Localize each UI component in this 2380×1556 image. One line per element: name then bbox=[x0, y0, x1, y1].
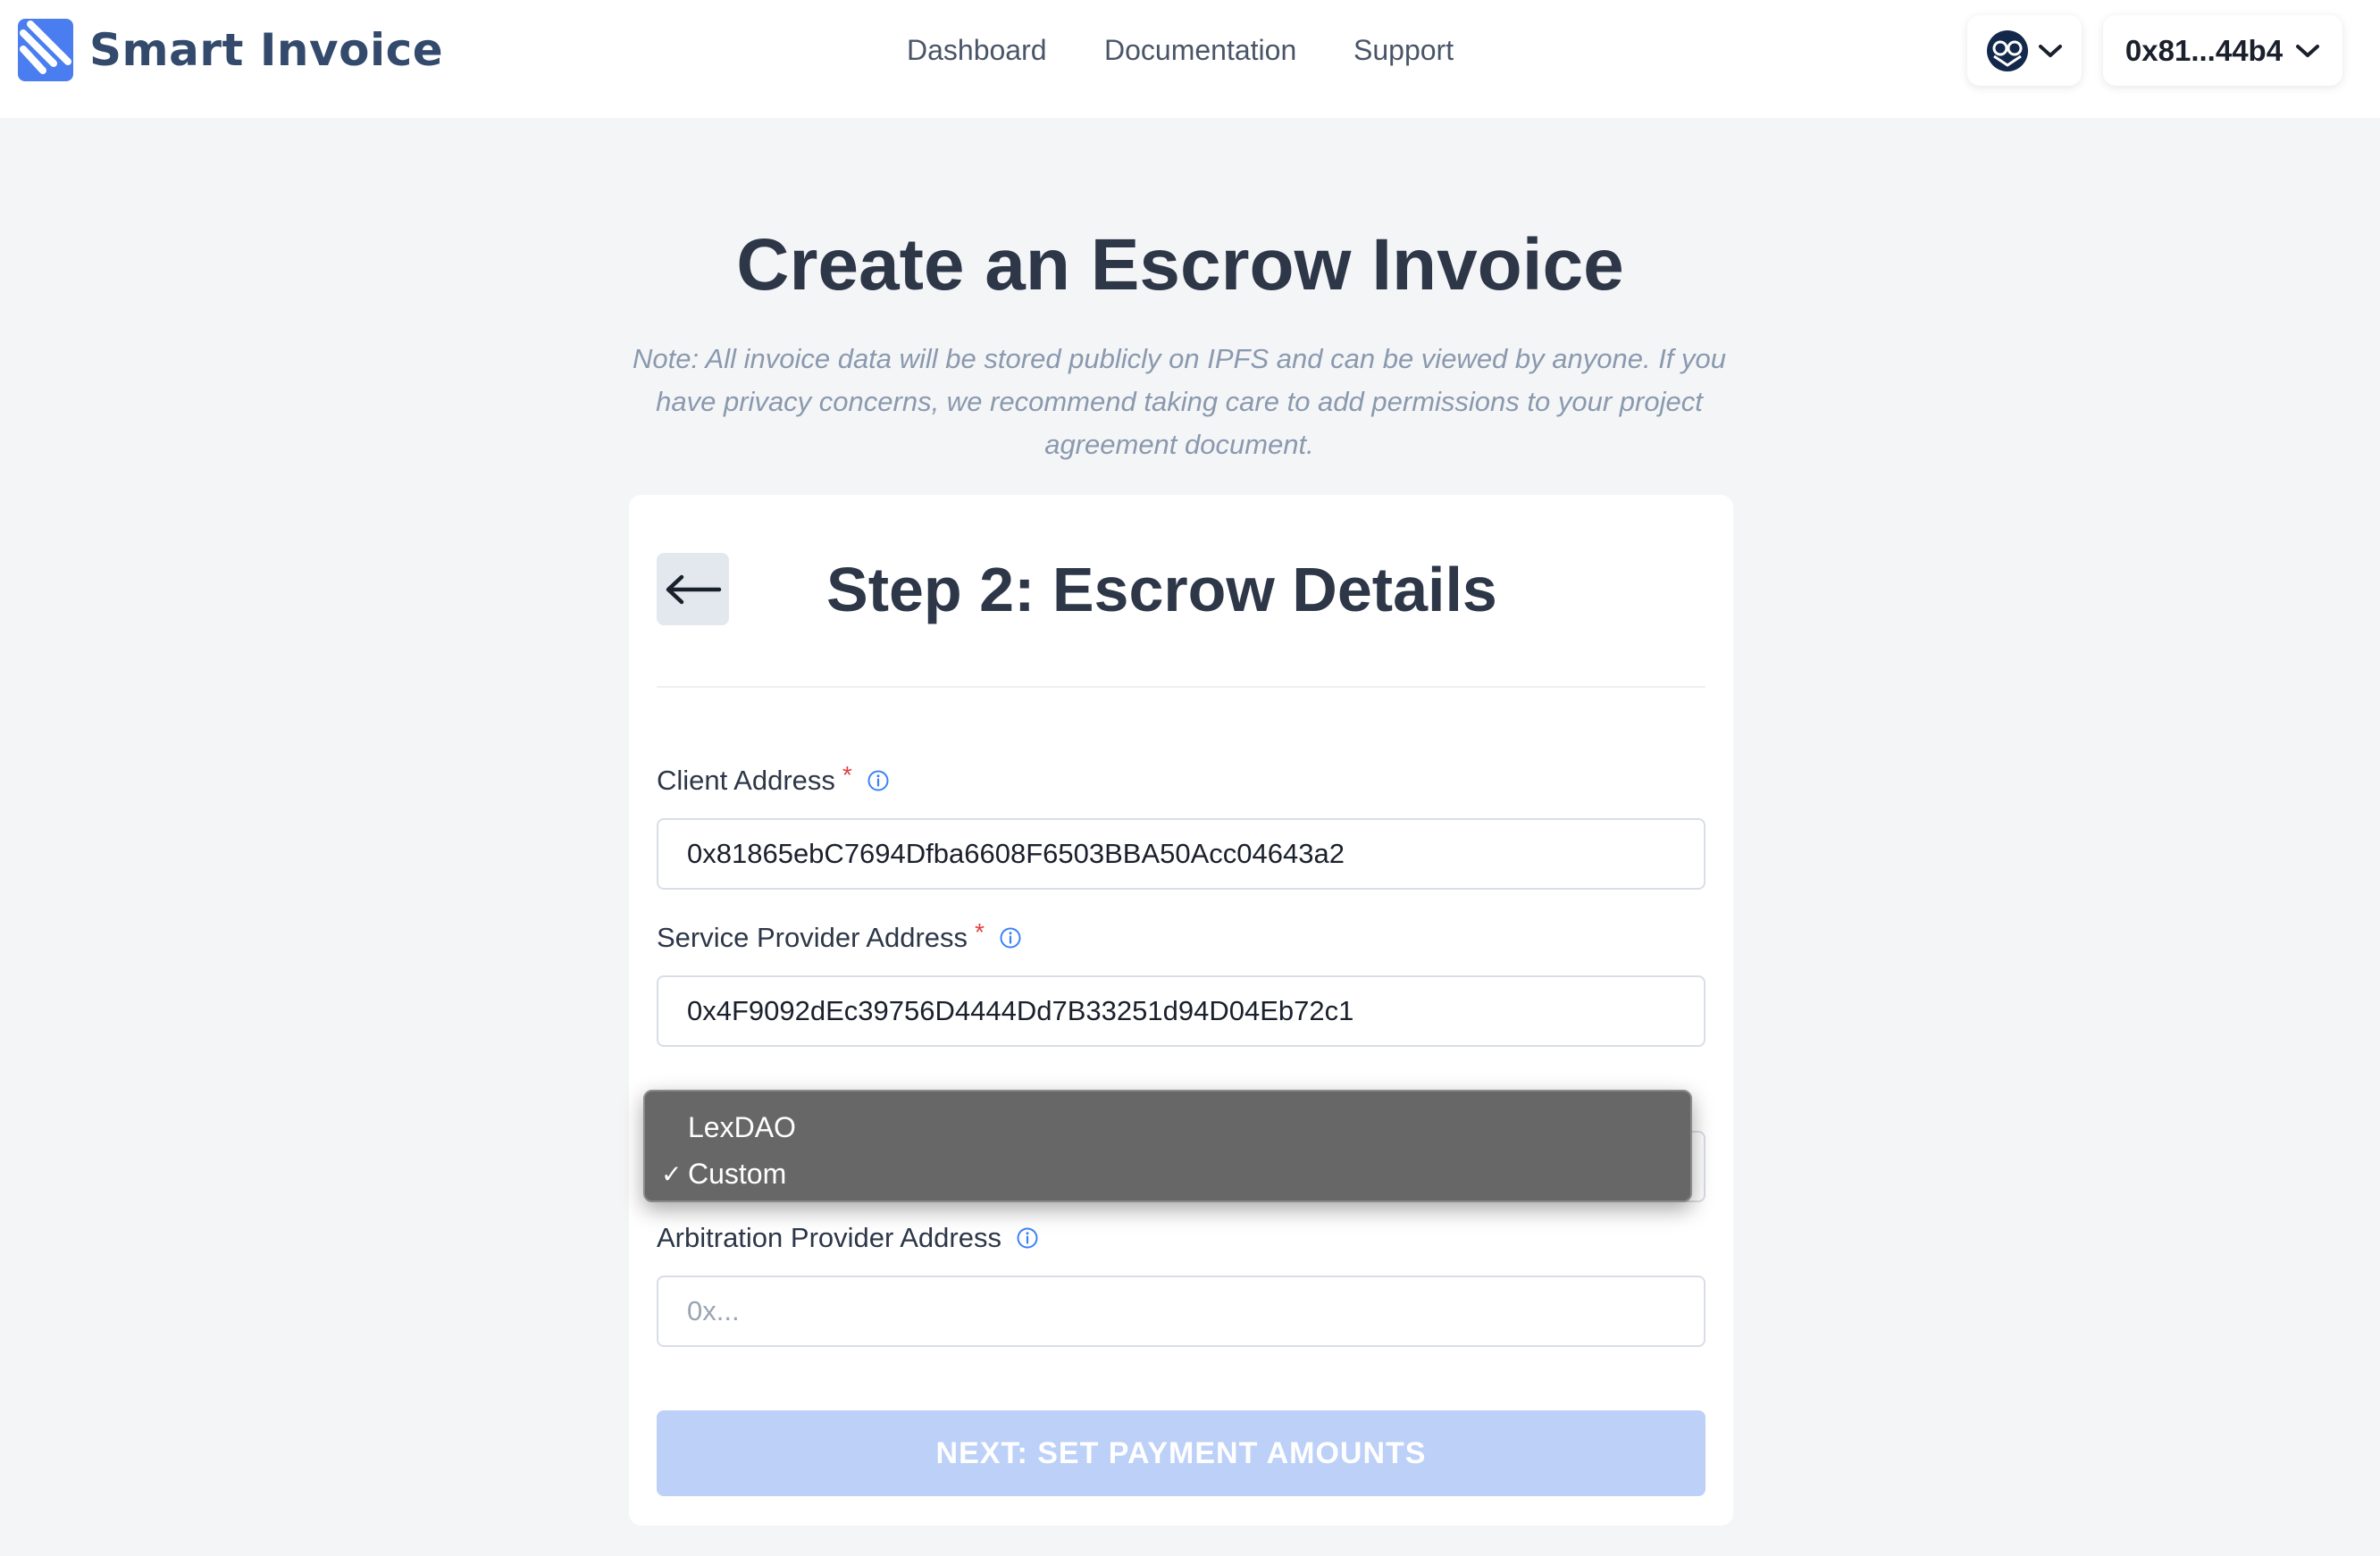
brand-name: Smart Invoice bbox=[89, 24, 444, 76]
nav-link-support[interactable]: Support bbox=[1353, 34, 1454, 67]
client-address-label-text: Client Address bbox=[657, 765, 835, 796]
escrow-details-card: Step 2: Escrow Details Client Address * … bbox=[629, 495, 1733, 1526]
network-selector[interactable] bbox=[1967, 15, 2082, 86]
step-title: Step 2: Escrow Details bbox=[826, 555, 1497, 624]
service-provider-address-label: Service Provider Address * bbox=[657, 918, 1022, 954]
client-address-input[interactable] bbox=[657, 818, 1705, 890]
arrow-left-icon bbox=[666, 574, 721, 604]
nav-link-documentation[interactable]: Documentation bbox=[1104, 34, 1296, 67]
divider bbox=[657, 686, 1705, 688]
client-address-label: Client Address * bbox=[657, 761, 890, 797]
top-navbar: Smart Invoice Dashboard Documentation Su… bbox=[0, 0, 2380, 118]
service-provider-address-label-text: Service Provider Address bbox=[657, 922, 968, 953]
account-address: 0x81...44b4 bbox=[2124, 33, 2284, 67]
arbitration-provider-dropdown: LexDAO ✓ Custom bbox=[643, 1090, 1692, 1202]
service-provider-address-input[interactable] bbox=[657, 975, 1705, 1047]
dropdown-option-label: Custom bbox=[688, 1157, 787, 1190]
dropdown-option-lexdao[interactable]: LexDAO bbox=[645, 1104, 1690, 1150]
next-set-payment-amounts-button[interactable]: NEXT: SET PAYMENT AMOUNTS bbox=[657, 1410, 1705, 1496]
checkmark-icon: ✓ bbox=[661, 1159, 683, 1188]
chevron-down-icon bbox=[2039, 44, 2062, 57]
brand[interactable]: Smart Invoice bbox=[18, 18, 443, 82]
arbitration-provider-address-input[interactable] bbox=[657, 1276, 1705, 1347]
account-selector[interactable]: 0x81...44b4 bbox=[2103, 15, 2342, 86]
info-icon[interactable] bbox=[867, 769, 890, 792]
smart-invoice-logo-icon bbox=[18, 19, 73, 81]
nav-link-dashboard[interactable]: Dashboard bbox=[907, 34, 1047, 67]
arbitration-provider-address-label-text: Arbitration Provider Address bbox=[657, 1222, 1001, 1253]
info-icon[interactable] bbox=[999, 926, 1022, 949]
chevron-down-icon bbox=[2296, 44, 2320, 57]
page-title: Create an Escrow Invoice bbox=[736, 224, 1624, 305]
required-mark: * bbox=[975, 918, 985, 946]
gnosis-owl-icon bbox=[1987, 29, 2028, 71]
privacy-note: Note: All invoice data will be stored pu… bbox=[632, 343, 1727, 460]
back-button[interactable] bbox=[657, 553, 729, 625]
dropdown-option-label: LexDAO bbox=[688, 1110, 796, 1143]
arbitration-provider-address-label: Arbitration Provider Address bbox=[657, 1222, 1039, 1254]
dropdown-option-custom[interactable]: ✓ Custom bbox=[645, 1150, 1690, 1197]
info-icon[interactable] bbox=[1016, 1226, 1039, 1250]
required-mark: * bbox=[842, 761, 852, 789]
